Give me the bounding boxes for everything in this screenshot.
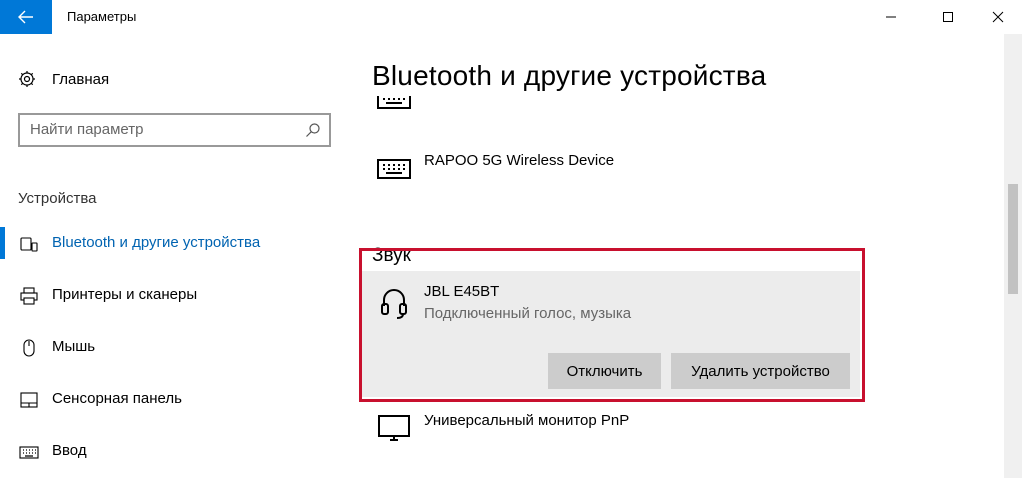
- device-row-partial[interactable]: [372, 96, 672, 116]
- maximize-button[interactable]: [925, 0, 971, 34]
- monitor-icon: [372, 412, 416, 444]
- sidebar-item-bluetooth[interactable]: Bluetooth и другие устройства: [0, 223, 340, 263]
- search-icon: [306, 123, 320, 137]
- active-indicator: [0, 227, 5, 259]
- sidebar-item-input[interactable]: Ввод: [0, 431, 340, 471]
- touchpad-icon: [19, 390, 39, 410]
- sidebar-item-mouse[interactable]: Мышь: [0, 327, 340, 367]
- scrollbar[interactable]: [1004, 34, 1022, 478]
- headphones-icon: [372, 285, 416, 321]
- device-status: Подключенный голос, музыка: [424, 305, 632, 322]
- title-bar: Параметры: [0, 0, 1024, 34]
- window-title: Параметры: [67, 9, 137, 24]
- sound-section-heading: Звук: [372, 245, 411, 266]
- sidebar-item-label: Ввод: [52, 442, 87, 459]
- close-button[interactable]: [975, 0, 1021, 34]
- search-input[interactable]: [30, 121, 300, 138]
- device-name: Универсальный монитор PnP: [424, 412, 630, 429]
- back-arrow-icon: [18, 10, 33, 24]
- keyboard-icon: [372, 96, 416, 114]
- printer-icon: [19, 286, 39, 306]
- nav-home[interactable]: Главная: [18, 66, 109, 92]
- device-row-rapoo[interactable]: RAPOO 5G Wireless Device: [372, 152, 852, 192]
- sidebar-item-touchpad[interactable]: Сенсорная панель: [0, 379, 340, 419]
- device-row-monitor[interactable]: Универсальный монитор PnP: [372, 412, 852, 452]
- device-name: RAPOO 5G Wireless Device: [424, 152, 615, 169]
- minimize-button[interactable]: [868, 0, 914, 34]
- maximize-icon: [943, 12, 953, 22]
- keyboard-icon: [372, 152, 416, 184]
- device-name: JBL E45BT: [424, 283, 500, 300]
- bluetooth-devices-icon: [19, 234, 39, 254]
- device-row-jbl[interactable]: JBL E45BT Подключенный голос, музыка: [372, 283, 852, 333]
- nav-home-label: Главная: [52, 70, 110, 88]
- sidebar-item-printers[interactable]: Принтеры и сканеры: [0, 275, 340, 315]
- scrollbar-thumb[interactable]: [1008, 184, 1018, 294]
- disconnect-button[interactable]: Отключить: [548, 353, 661, 389]
- keyboard-icon: [19, 442, 39, 462]
- gear-icon: [19, 71, 35, 87]
- page-title: Bluetooth и другие устройства: [372, 60, 767, 91]
- mouse-icon: [19, 338, 39, 358]
- sidebar-item-label: Сенсорная панель: [52, 390, 182, 407]
- minimize-icon: [886, 16, 896, 18]
- close-icon: [992, 11, 1004, 23]
- sidebar-item-label: Мышь: [52, 338, 96, 355]
- search-box[interactable]: [18, 113, 331, 147]
- back-button[interactable]: [0, 0, 52, 34]
- remove-device-button[interactable]: Удалить устройство: [671, 353, 850, 389]
- sidebar-section-title: Устройства: [18, 190, 97, 207]
- sidebar-item-label: Принтеры и сканеры: [52, 286, 198, 303]
- sidebar-item-label: Bluetooth и другие устройства: [52, 234, 261, 251]
